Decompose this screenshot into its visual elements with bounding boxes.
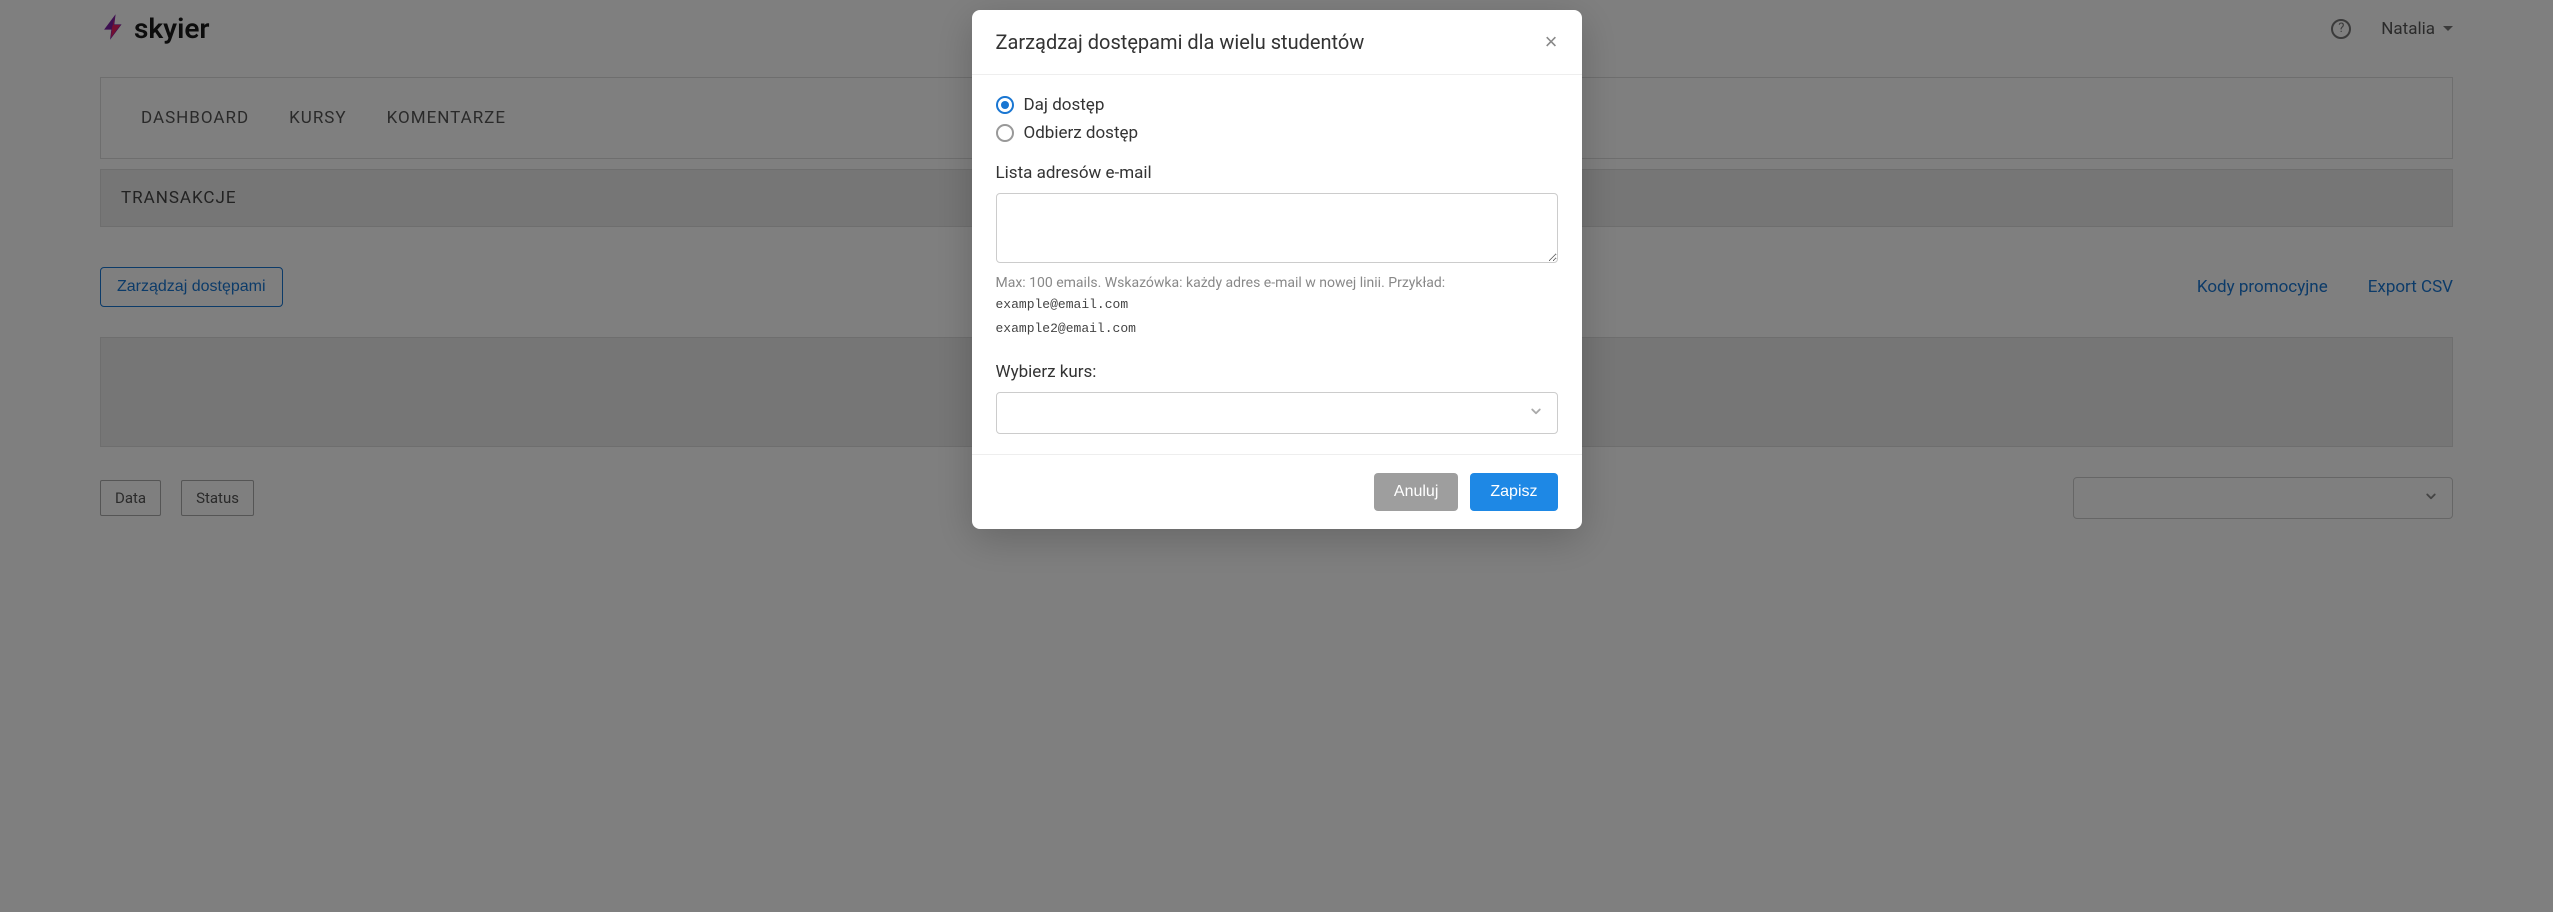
radio-checked-icon xyxy=(996,96,1014,114)
email-hint: Max: 100 emails. Wskazówka: każdy adres … xyxy=(996,275,1558,291)
email-example-2: example2@email.com xyxy=(996,319,1558,339)
radio-unchecked-icon xyxy=(996,124,1014,142)
email-list-textarea[interactable] xyxy=(996,193,1558,263)
course-select-label: Wybierz kurs: xyxy=(996,362,1558,382)
manage-access-modal: Zarządzaj dostępami dla wielu studentów … xyxy=(972,10,1582,529)
close-icon[interactable]: × xyxy=(1545,31,1558,53)
email-example-1: example@email.com xyxy=(996,295,1558,315)
access-radio-group: Daj dostęp Odbierz dostęp xyxy=(996,95,1558,143)
radio-give-access[interactable]: Daj dostęp xyxy=(996,95,1558,115)
radio-revoke-label: Odbierz dostęp xyxy=(1024,123,1139,143)
save-button[interactable]: Zapisz xyxy=(1470,473,1557,511)
modal-title: Zarządzaj dostępami dla wielu studentów xyxy=(996,30,1365,54)
course-select[interactable] xyxy=(996,392,1558,434)
cancel-button[interactable]: Anuluj xyxy=(1374,473,1458,511)
chevron-down-icon xyxy=(1527,402,1545,424)
radio-revoke-access[interactable]: Odbierz dostęp xyxy=(996,123,1558,143)
radio-give-label: Daj dostęp xyxy=(1024,95,1105,115)
email-list-label: Lista adresów e-mail xyxy=(996,163,1558,183)
